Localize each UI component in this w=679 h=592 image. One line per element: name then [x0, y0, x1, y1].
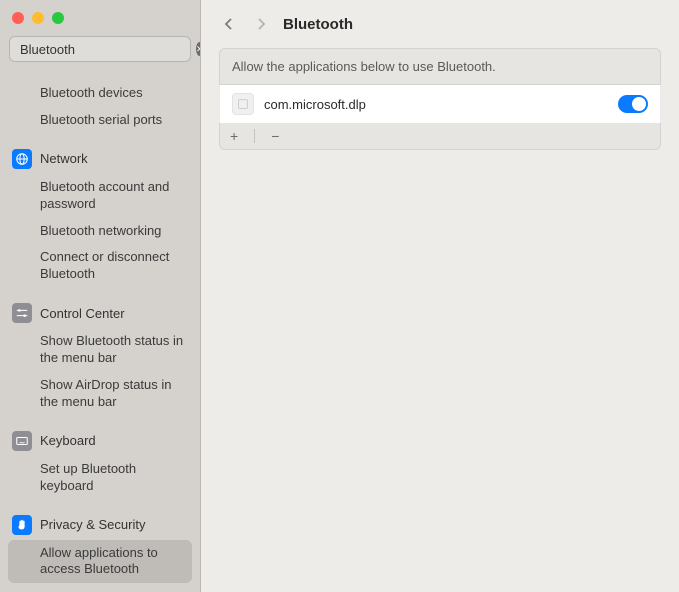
sidebar-header-network[interactable]: Network — [0, 144, 200, 174]
sidebar-item-label: Show AirDrop status in the menu bar — [40, 377, 190, 411]
sidebar-item[interactable]: Bluetooth networking — [0, 218, 200, 245]
remove-app-button[interactable]: − — [269, 127, 281, 145]
keyboard-icon — [12, 431, 32, 451]
add-app-button[interactable]: + — [228, 127, 240, 145]
sidebar-header-label: Network — [40, 151, 88, 166]
sidebar-header-label: Keyboard — [40, 433, 96, 448]
sidebar-header-control-center[interactable]: Control Center — [0, 298, 200, 328]
sidebar-item[interactable]: Bluetooth serial ports — [0, 107, 200, 134]
sidebar-item-label: Allow applications to access Bluetooth — [40, 545, 182, 579]
sidebar-header-keyboard[interactable]: Keyboard — [0, 426, 200, 456]
maximize-window-button[interactable] — [52, 12, 64, 24]
sidebar-item-label: Connect or disconnect Bluetooth — [40, 249, 190, 283]
search-field[interactable]: ✕ — [9, 36, 191, 62]
sidebar-item[interactable]: Allow applications to access Bluetooth — [8, 540, 192, 584]
page-title: Bluetooth — [283, 16, 353, 33]
main-header: Bluetooth — [201, 0, 679, 44]
hand-icon — [12, 515, 32, 535]
settings-window: ✕ Bluetooth devices Bluetooth serial port… — [0, 0, 679, 592]
traffic-lights — [0, 0, 200, 32]
sidebar-item[interactable]: Bluetooth devices — [0, 80, 200, 107]
globe-icon — [12, 149, 32, 169]
footer-divider — [254, 129, 255, 143]
sidebar-item-label: Bluetooth account and password — [40, 179, 190, 213]
app-list: com.microsoft.dlp — [219, 85, 661, 123]
minimize-window-button[interactable] — [32, 12, 44, 24]
sidebar-header-label: Privacy & Security — [40, 517, 145, 532]
back-button[interactable] — [219, 14, 239, 34]
app-row[interactable]: com.microsoft.dlp — [220, 85, 660, 123]
sidebar-header-label: Control Center — [40, 306, 125, 321]
sidebar-nav: Bluetooth devices Bluetooth serial ports N… — [0, 70, 200, 592]
sliders-icon — [12, 303, 32, 323]
info-text: Allow the applications below to use Blue… — [219, 48, 661, 85]
sidebar-item-label: Bluetooth devices — [40, 85, 143, 102]
forward-button[interactable] — [251, 14, 271, 34]
sidebar-item-label: Bluetooth networking — [40, 223, 161, 240]
sidebar-header-privacy-security[interactable]: Privacy & Security — [0, 510, 200, 540]
sidebar-item[interactable]: Show Bluetooth status in the menu bar — [0, 328, 200, 372]
app-name-label: com.microsoft.dlp — [264, 97, 608, 112]
search-input[interactable] — [20, 42, 196, 57]
sidebar-item-label: Bluetooth serial ports — [40, 112, 162, 129]
app-toggle[interactable] — [618, 95, 648, 113]
sidebar: ✕ Bluetooth devices Bluetooth serial port… — [0, 0, 201, 592]
close-window-button[interactable] — [12, 12, 24, 24]
sidebar-item[interactable]: Connect or disconnect Bluetooth — [0, 244, 200, 288]
sidebar-item-label: Set up Bluetooth keyboard — [40, 461, 190, 495]
sidebar-item[interactable]: Set up Bluetooth keyboard — [0, 456, 200, 500]
sidebar-item-label: Show Bluetooth status in the menu bar — [40, 333, 190, 367]
list-footer: + − — [219, 123, 661, 150]
sidebar-item[interactable]: Show AirDrop status in the menu bar — [0, 372, 200, 416]
main-pane: Bluetooth Allow the applications below t… — [201, 0, 679, 592]
sidebar-item[interactable]: Bluetooth account and password — [0, 174, 200, 218]
app-icon — [232, 93, 254, 115]
